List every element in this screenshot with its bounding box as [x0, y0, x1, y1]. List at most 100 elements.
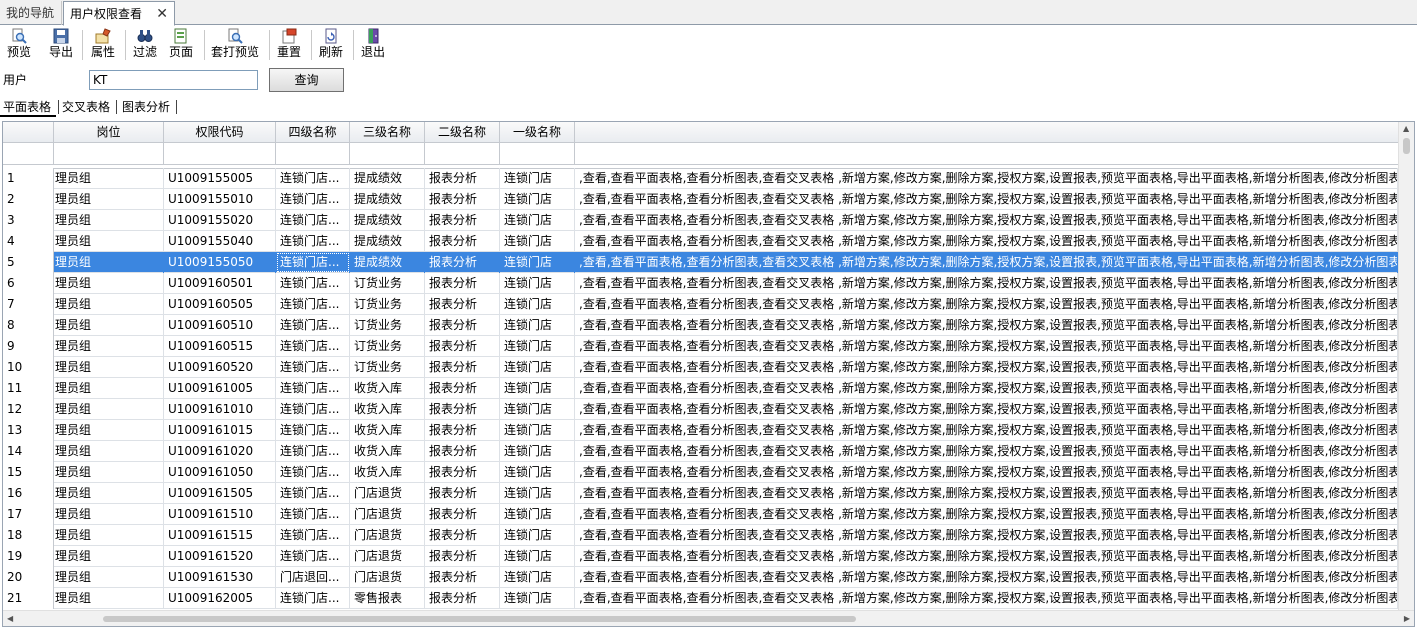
table-row[interactable]: 7 理员组 U1009160505 连锁门店... 订货业务 报表分析 连锁门店 ,查看,查看…	[3, 294, 1398, 315]
level1-name-cell[interactable]: 连锁门店	[500, 252, 575, 273]
level1-name-cell[interactable]: 连锁门店	[500, 441, 575, 462]
level4-name-cell[interactable]: 连锁门店...	[276, 546, 350, 567]
row-number-cell[interactable]: 1	[3, 168, 54, 189]
role-cell[interactable]: 理员组	[54, 189, 164, 210]
level1-name-cell[interactable]: 连锁门店	[500, 504, 575, 525]
level4-name-cell[interactable]: 连锁门店...	[276, 525, 350, 546]
permission-code-cell[interactable]: U1009160520	[164, 357, 276, 378]
query-button[interactable]: 查询	[269, 68, 344, 92]
permissions-cell[interactable]: ,查看,查看平面表格,查看分析图表,查看交叉表格 ,新增方案,修改方案,删除方案…	[575, 336, 1398, 357]
permissions-cell[interactable]: ,查看,查看平面表格,查看分析图表,查看交叉表格 ,新增方案,修改方案,删除方案…	[575, 252, 1398, 273]
level1-name-cell[interactable]: 连锁门店	[500, 546, 575, 567]
level1-name-cell[interactable]: 连锁门店	[500, 399, 575, 420]
level4-name-cell[interactable]: 连锁门店...	[276, 273, 350, 294]
level2-name-cell[interactable]: 报表分析	[425, 462, 500, 483]
level1-name-cell[interactable]: 连锁门店	[500, 588, 575, 609]
table-row[interactable]: 5 理员组 U1009155050 连锁门店... 提成绩效 报表分析 连锁门店 ,查看,查看…	[3, 252, 1398, 273]
level3-name-cell[interactable]: 订货业务	[350, 357, 425, 378]
level1-name-cell[interactable]: 连锁门店	[500, 462, 575, 483]
role-cell[interactable]: 理员组	[54, 462, 164, 483]
level2-name-cell[interactable]: 报表分析	[425, 588, 500, 609]
permission-code-cell[interactable]: U1009161015	[164, 420, 276, 441]
permissions-cell[interactable]: ,查看,查看平面表格,查看分析图表,查看交叉表格 ,新增方案,修改方案,删除方案…	[575, 273, 1398, 294]
properties-button[interactable]: 属性	[88, 28, 118, 62]
permissions-cell[interactable]: ,查看,查看平面表格,查看分析图表,查看交叉表格 ,新增方案,修改方案,删除方案…	[575, 315, 1398, 336]
filter-cell[interactable]	[276, 143, 350, 164]
role-cell[interactable]: 理员组	[54, 357, 164, 378]
header-permission-code[interactable]: 权限代码	[164, 122, 276, 142]
level2-name-cell[interactable]: 报表分析	[425, 546, 500, 567]
level2-name-cell[interactable]: 报表分析	[425, 210, 500, 231]
permissions-cell[interactable]: ,查看,查看平面表格,查看分析图表,查看交叉表格 ,新增方案,修改方案,删除方案…	[575, 483, 1398, 504]
permission-code-cell[interactable]: U1009160505	[164, 294, 276, 315]
level3-name-cell[interactable]: 零售报表	[350, 588, 425, 609]
role-cell[interactable]: 理员组	[54, 252, 164, 273]
permission-code-cell[interactable]: U1009155040	[164, 231, 276, 252]
level1-name-cell[interactable]: 连锁门店	[500, 525, 575, 546]
permission-code-cell[interactable]: U1009155020	[164, 210, 276, 231]
level3-name-cell[interactable]: 收货入库	[350, 462, 425, 483]
level3-name-cell[interactable]: 收货入库	[350, 378, 425, 399]
level3-name-cell[interactable]: 门店退货	[350, 525, 425, 546]
export-button[interactable]: 导出	[46, 28, 76, 62]
role-cell[interactable]: 理员组	[54, 294, 164, 315]
table-row[interactable]: 12 理员组 U1009161010 连锁门店... 收货入库 报表分析 连锁门店 ,查看,查…	[3, 399, 1398, 420]
scroll-right-icon[interactable]: ▶	[1404, 614, 1410, 623]
role-cell[interactable]: 理员组	[54, 399, 164, 420]
tab-cross-table[interactable]: 交叉表格	[62, 97, 110, 117]
header-level4-name[interactable]: 四级名称	[276, 122, 350, 142]
table-row[interactable]: 19 理员组 U1009161520 连锁门店... 门店退货 报表分析 连锁门店 ,查看,查…	[3, 546, 1398, 567]
scroll-up-icon[interactable]: ▲	[1403, 124, 1409, 133]
filter-cell[interactable]	[350, 143, 425, 164]
horizontal-scroll-thumb[interactable]	[103, 616, 856, 622]
level2-name-cell[interactable]: 报表分析	[425, 168, 500, 189]
level1-name-cell[interactable]: 连锁门店	[500, 189, 575, 210]
row-number-cell[interactable]: 13	[3, 420, 54, 441]
permission-code-cell[interactable]: U1009155050	[164, 252, 276, 273]
table-row[interactable]: 6 理员组 U1009160501 连锁门店... 订货业务 报表分析 连锁门店 ,查看,查看…	[3, 273, 1398, 294]
level4-name-cell[interactable]: 连锁门店...	[276, 189, 350, 210]
level4-name-cell[interactable]: 连锁门店...	[276, 210, 350, 231]
filter-button[interactable]: 过滤	[130, 28, 160, 62]
permissions-cell[interactable]: ,查看,查看平面表格,查看分析图表,查看交叉表格 ,新增方案,修改方案,删除方案…	[575, 588, 1398, 609]
table-row[interactable]: 4 理员组 U1009155040 连锁门店... 提成绩效 报表分析 连锁门店 ,查看,查看…	[3, 231, 1398, 252]
permissions-cell[interactable]: ,查看,查看平面表格,查看分析图表,查看交叉表格 ,新增方案,修改方案,删除方案…	[575, 399, 1398, 420]
level4-name-cell[interactable]: 连锁门店...	[276, 399, 350, 420]
role-cell[interactable]: 理员组	[54, 525, 164, 546]
row-number-cell[interactable]: 16	[3, 483, 54, 504]
level4-name-cell[interactable]: 连锁门店...	[276, 231, 350, 252]
permissions-cell[interactable]: ,查看,查看平面表格,查看分析图表,查看交叉表格 ,新增方案,修改方案,删除方案…	[575, 441, 1398, 462]
level3-name-cell[interactable]: 收货入库	[350, 399, 425, 420]
row-number-cell[interactable]: 15	[3, 462, 54, 483]
level1-name-cell[interactable]: 连锁门店	[500, 273, 575, 294]
level3-name-cell[interactable]: 门店退货	[350, 504, 425, 525]
refresh-button[interactable]: 刷新	[316, 28, 346, 62]
permissions-cell[interactable]: ,查看,查看平面表格,查看分析图表,查看交叉表格 ,新增方案,修改方案,删除方案…	[575, 357, 1398, 378]
permission-code-cell[interactable]: U1009155010	[164, 189, 276, 210]
table-row[interactable]: 2 理员组 U1009155010 连锁门店... 提成绩效 报表分析 连锁门店 ,查看,查看…	[3, 189, 1398, 210]
vertical-scrollbar[interactable]: ▲	[1398, 122, 1414, 611]
level1-name-cell[interactable]: 连锁门店	[500, 168, 575, 189]
level1-name-cell[interactable]: 连锁门店	[500, 210, 575, 231]
user-input[interactable]	[89, 70, 258, 90]
level2-name-cell[interactable]: 报表分析	[425, 420, 500, 441]
level3-name-cell[interactable]: 提成绩效	[350, 189, 425, 210]
permissions-cell[interactable]: ,查看,查看平面表格,查看分析图表,查看交叉表格 ,新增方案,修改方案,删除方案…	[575, 546, 1398, 567]
vertical-scroll-thumb[interactable]	[1403, 138, 1410, 154]
role-cell[interactable]: 理员组	[54, 546, 164, 567]
row-number-cell[interactable]: 6	[3, 273, 54, 294]
level4-name-cell[interactable]: 连锁门店...	[276, 504, 350, 525]
role-cell[interactable]: 理员组	[54, 441, 164, 462]
level4-name-cell[interactable]: 连锁门店...	[276, 315, 350, 336]
level3-name-cell[interactable]: 收货入库	[350, 420, 425, 441]
tab-user-permission-view[interactable]: 用户权限查看 ✕	[63, 1, 175, 26]
level4-name-cell[interactable]: 连锁门店...	[276, 441, 350, 462]
table-row[interactable]: 16 理员组 U1009161505 连锁门店... 门店退货 报表分析 连锁门店 ,查看,查…	[3, 483, 1398, 504]
header-level1-name[interactable]: 一级名称	[500, 122, 575, 142]
level3-name-cell[interactable]: 订货业务	[350, 336, 425, 357]
level2-name-cell[interactable]: 报表分析	[425, 252, 500, 273]
level2-name-cell[interactable]: 报表分析	[425, 567, 500, 588]
print-preview-button[interactable]: 套打预览	[210, 28, 260, 62]
role-cell[interactable]: 理员组	[54, 588, 164, 609]
level1-name-cell[interactable]: 连锁门店	[500, 420, 575, 441]
